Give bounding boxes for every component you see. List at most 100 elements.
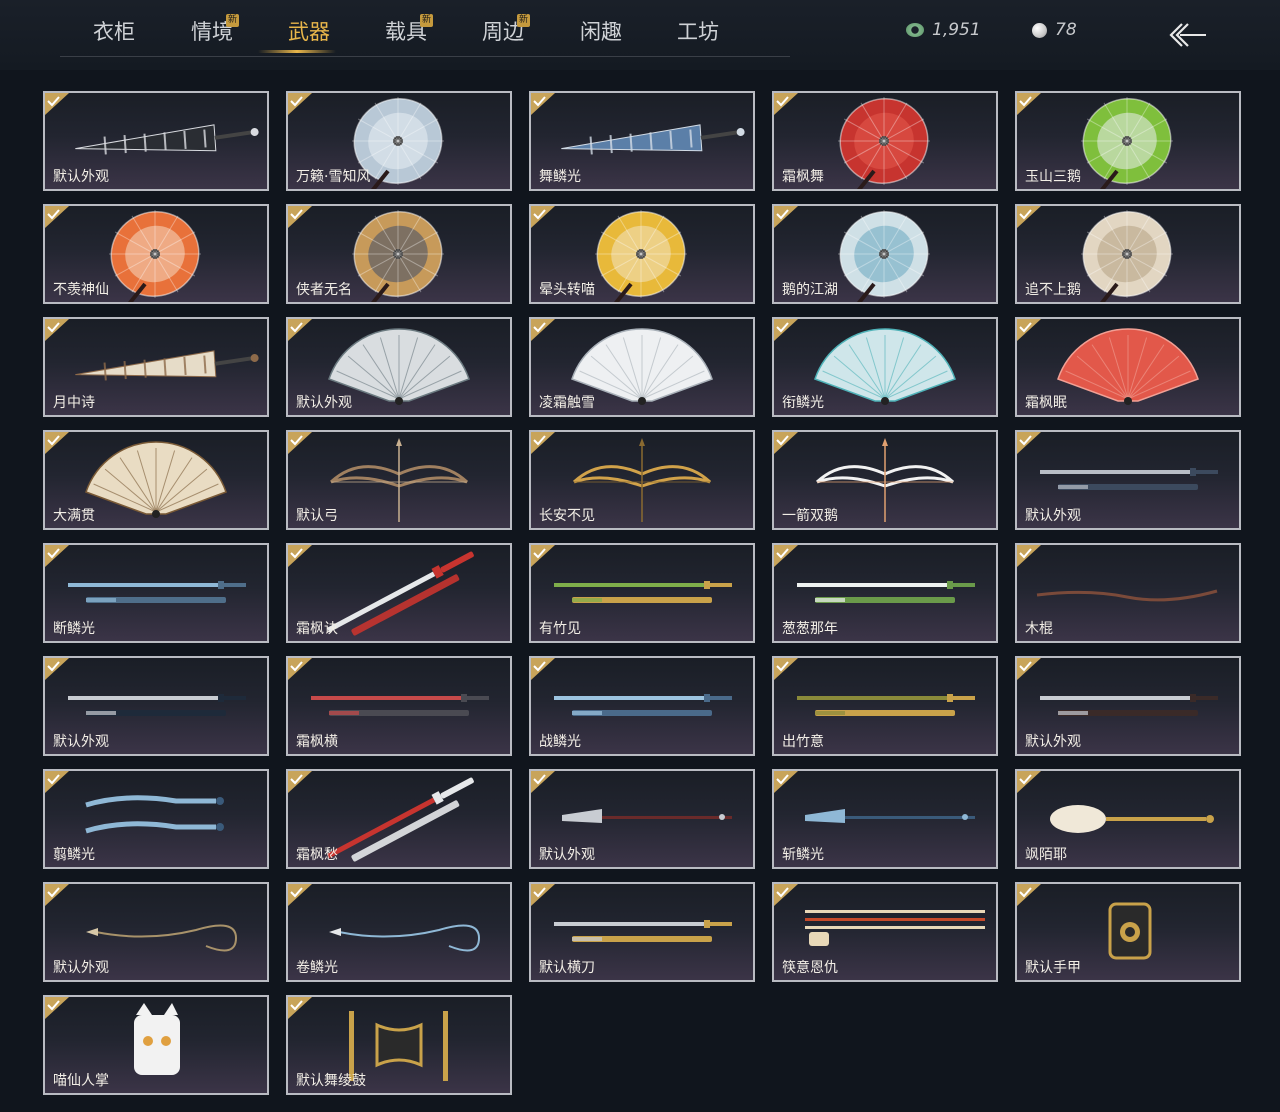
weapon-skin-card[interactable]: 翦鳞光 (43, 769, 269, 869)
back-button[interactable] (1166, 20, 1210, 50)
weapon-skin-card[interactable]: 默认外观 (43, 656, 269, 756)
weapon-skin-card[interactable]: 霜枫诀 (286, 543, 512, 643)
weapon-skin-card[interactable]: 霜枫眠 (1015, 317, 1241, 417)
weapon-skin-card[interactable]: 霜枫横 (286, 656, 512, 756)
owned-check-icon (774, 93, 798, 115)
weapon-skin-card[interactable]: 默认外观 (1015, 656, 1241, 756)
weapon-skin-card[interactable]: 玉山三鹅 (1015, 91, 1241, 191)
tab-0[interactable]: 衣柜 (65, 16, 163, 46)
weapon-skin-card[interactable]: 喵仙人掌 (43, 995, 269, 1095)
weapon-skin-card[interactable]: 万籁·雪知风 (286, 91, 512, 191)
owned-check-icon (288, 997, 312, 1019)
weapon-skin-name: 默认外观 (53, 734, 109, 750)
weapon-skin-name: 有竹见 (539, 621, 581, 637)
weapon-skin-card[interactable]: 默认舞绫鼓 (286, 995, 512, 1095)
tab-6[interactable]: 工坊 (649, 16, 747, 46)
weapon-skin-card[interactable]: 出竹意 (772, 656, 998, 756)
weapon-skin-name: 晕头转喵 (539, 282, 595, 298)
weapon-skin-name: 筷意恩仇 (782, 960, 838, 976)
weapon-skin-name: 追不上鹅 (1025, 282, 1081, 298)
weapon-skin-name: 长安不见 (539, 508, 595, 524)
weapon-skin-name: 默认外观 (53, 169, 109, 185)
weapon-skin-card[interactable]: 舞鳞光 (529, 91, 755, 191)
weapon-skin-card[interactable]: 霜枫舞 (772, 91, 998, 191)
weapon-skin-name: 木棍 (1025, 621, 1053, 637)
owned-check-icon (531, 771, 555, 793)
weapon-skin-name: 默认弓 (296, 508, 338, 524)
tab-1[interactable]: 情境新 (163, 14, 261, 46)
weapon-skin-card[interactable]: 葱葱那年 (772, 543, 998, 643)
weapon-skin-card[interactable]: 鹅的江湖 (772, 204, 998, 304)
pearl-currency: 78 (1032, 20, 1077, 40)
weapon-skin-card[interactable]: 大满贯 (43, 430, 269, 530)
weapon-skin-name: 霜枫眠 (1025, 395, 1067, 411)
tab-2[interactable]: 武器 (260, 16, 358, 46)
weapon-skin-card[interactable]: 卷鳞光 (286, 882, 512, 982)
new-badge: 新 (226, 14, 239, 27)
owned-check-icon (531, 432, 555, 454)
weapon-skin-card[interactable]: 不羡神仙 (43, 204, 269, 304)
tab-3[interactable]: 载具新 (357, 14, 455, 46)
weapon-skin-name: 默认舞绫鼓 (296, 1073, 366, 1089)
weapon-skin-card[interactable]: 晕头转喵 (529, 204, 755, 304)
weapon-skin-card[interactable]: 飒陌耶 (1015, 769, 1241, 869)
owned-check-icon (288, 545, 312, 567)
weapon-skin-card[interactable]: 战鳞光 (529, 656, 755, 756)
weapon-skin-card[interactable]: 凌霜触雪 (529, 317, 755, 417)
weapon-skin-card[interactable]: 衔鳞光 (772, 317, 998, 417)
weapon-skin-card[interactable]: 默认外观 (43, 882, 269, 982)
weapon-skin-card[interactable]: 默认横刀 (529, 882, 755, 982)
weapon-skin-name: 霜枫横 (296, 734, 338, 750)
weapon-skin-card[interactable]: 默认弓 (286, 430, 512, 530)
weapon-skin-name: 鹅的江湖 (782, 282, 838, 298)
weapon-skin-card[interactable]: 默认外观 (529, 769, 755, 869)
owned-check-icon (45, 771, 69, 793)
pearl-currency-value: 78 (1055, 20, 1077, 40)
weapon-skin-card[interactable]: 追不上鹅 (1015, 204, 1241, 304)
weapon-skin-name: 葱葱那年 (782, 621, 838, 637)
category-tabs: 衣柜 情境新 武器 载具新周边新 闲趣 工坊 (60, 0, 790, 57)
owned-check-icon (45, 884, 69, 906)
owned-check-icon (45, 319, 69, 341)
weapon-skin-name: 默认外观 (296, 395, 352, 411)
weapon-skin-card[interactable]: 筷意恩仇 (772, 882, 998, 982)
weapon-skin-card[interactable]: 木棍 (1015, 543, 1241, 643)
weapon-skin-card[interactable]: 霜枫愁 (286, 769, 512, 869)
weapon-skin-name: 月中诗 (53, 395, 95, 411)
tab-label: 工坊 (677, 20, 719, 44)
weapon-skin-card[interactable]: 默认外观 (1015, 430, 1241, 530)
weapon-skin-name: 凌霜触雪 (539, 395, 595, 411)
weapon-skin-card[interactable]: 断鳞光 (43, 543, 269, 643)
weapon-skin-name: 战鳞光 (539, 734, 581, 750)
weapon-skin-name: 霜枫愁 (296, 847, 338, 863)
owned-check-icon (774, 545, 798, 567)
weapon-skin-card[interactable]: 月中诗 (43, 317, 269, 417)
owned-check-icon (1017, 658, 1041, 680)
weapon-skin-card[interactable]: 有竹见 (529, 543, 755, 643)
owned-check-icon (288, 319, 312, 341)
weapon-skin-card[interactable]: 默认手甲 (1015, 882, 1241, 982)
weapon-skin-card[interactable]: 默认外观 (286, 317, 512, 417)
weapon-skin-name: 出竹意 (782, 734, 824, 750)
owned-check-icon (1017, 319, 1041, 341)
owned-check-icon (774, 432, 798, 454)
tab-4[interactable]: 周边新 (454, 14, 552, 46)
weapon-skin-card[interactable]: 默认外观 (43, 91, 269, 191)
owned-check-icon (1017, 206, 1041, 228)
tab-5[interactable]: 闲趣 (552, 16, 650, 46)
weapon-skin-name: 飒陌耶 (1025, 847, 1067, 863)
weapon-skin-name: 不羡神仙 (53, 282, 109, 298)
weapon-skin-card[interactable]: 侠者无名 (286, 204, 512, 304)
weapon-skin-name: 一箭双鹅 (782, 508, 838, 524)
owned-check-icon (45, 206, 69, 228)
weapon-skin-card[interactable]: 斩鳞光 (772, 769, 998, 869)
owned-check-icon (531, 884, 555, 906)
owned-check-icon (1017, 884, 1041, 906)
weapon-skin-card[interactable]: 一箭双鹅 (772, 430, 998, 530)
weapon-skin-name: 霜枫舞 (782, 169, 824, 185)
owned-check-icon (288, 658, 312, 680)
weapon-skin-name: 卷鳞光 (296, 960, 338, 976)
weapon-skin-name: 大满贯 (53, 508, 95, 524)
weapon-skin-name: 默认横刀 (539, 960, 595, 976)
weapon-skin-card[interactable]: 长安不见 (529, 430, 755, 530)
